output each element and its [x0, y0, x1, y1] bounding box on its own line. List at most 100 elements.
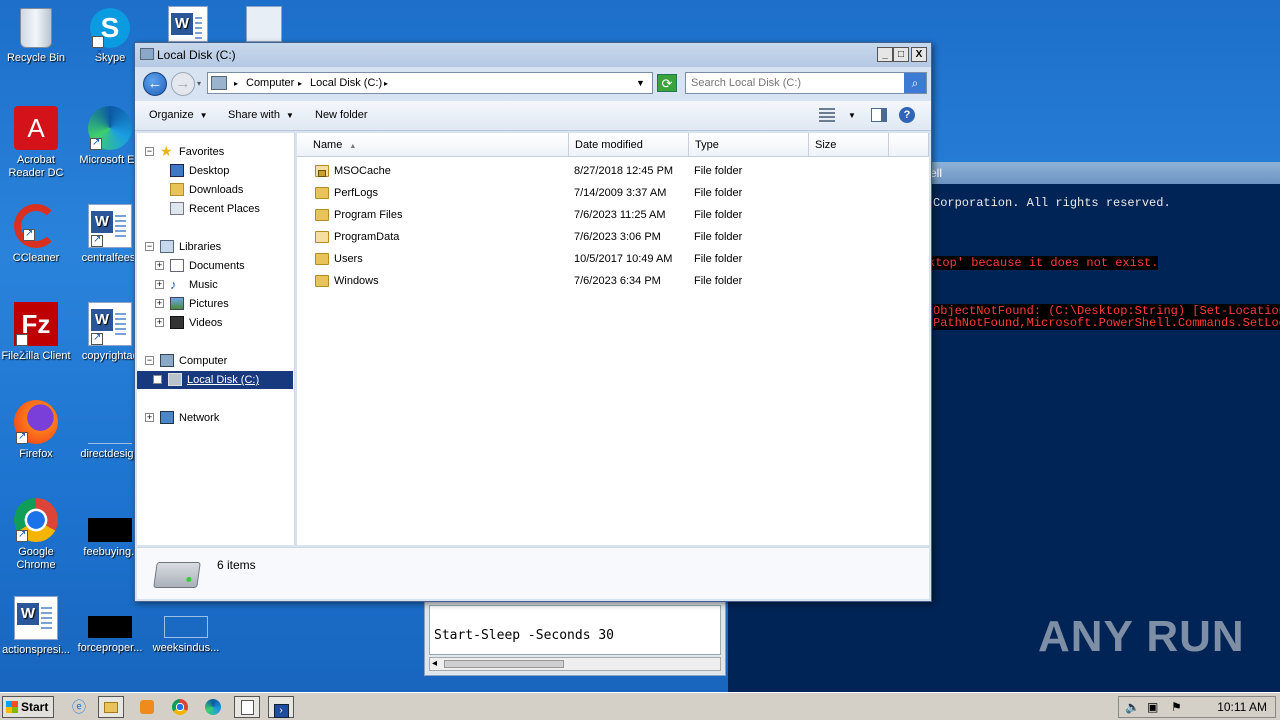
table-row[interactable]: ProgramData 7/6/2023 3:06 PM File folder [297, 227, 929, 249]
expand-icon[interactable]: + [155, 299, 164, 308]
preview-pane-icon[interactable] [871, 108, 887, 122]
expand-icon[interactable]: + [155, 318, 164, 327]
column-header-date[interactable]: Date modified [569, 133, 689, 157]
nav-local-disk[interactable]: + Local Disk (C:) [137, 371, 293, 389]
breadcrumb-separator-icon[interactable]: ▸ [384, 79, 388, 88]
file-type: File folder [694, 209, 743, 221]
powershell-taskbar-icon[interactable]: › [268, 696, 294, 718]
column-header-type[interactable]: Type [689, 133, 809, 157]
dropdown-arrow-icon: ▼ [285, 111, 294, 120]
desktop-icon-actionspresi[interactable]: actionspresi... [0, 596, 74, 657]
desktop-icon-acrobat[interactable]: A Acrobat Reader DC [0, 106, 74, 180]
search-input[interactable] [686, 73, 896, 93]
desktop-icon-label: copyrightac [81, 350, 139, 362]
blank-file-icon [164, 616, 208, 638]
close-button[interactable]: X [911, 47, 927, 62]
file-explorer-taskbar-icon[interactable] [98, 696, 124, 718]
nav-label: Music [189, 279, 218, 291]
desktop-icon-firefox[interactable]: Firefox [0, 400, 74, 461]
powershell-icon [246, 6, 282, 42]
collapse-icon[interactable]: − [145, 242, 154, 251]
recent-places-icon [170, 202, 184, 215]
speaker-icon[interactable]: 🔈 [1125, 700, 1140, 714]
table-row[interactable]: Windows 7/6/2023 6:34 PM File folder [297, 271, 929, 293]
minimize-button[interactable]: _ [877, 47, 893, 62]
help-icon[interactable]: ? [899, 107, 915, 123]
action-center-flag-icon[interactable]: ⚑ [1171, 700, 1182, 714]
file-type: File folder [694, 231, 743, 243]
forward-arrow-icon[interactable]: → [171, 72, 195, 96]
black-file-icon [88, 616, 132, 638]
view-dropdown-icon[interactable]: ▼ [848, 111, 856, 120]
notepad-taskbar-icon[interactable] [234, 696, 260, 718]
collapse-icon[interactable]: − [145, 356, 154, 365]
scrollbar-thumb[interactable] [444, 660, 564, 668]
navigation-pane[interactable]: − ★ Favorites Desktop Downloads Recent P… [137, 133, 295, 545]
collapse-icon[interactable]: − [145, 147, 154, 156]
file-date: 10/5/2017 10:49 AM [574, 253, 673, 265]
desktop-icon-filezilla[interactable]: Fz FileZilla Client [0, 302, 74, 376]
horizontal-scrollbar[interactable]: ◂ [429, 657, 721, 671]
network-tray-icon[interactable]: ▣ [1147, 700, 1158, 714]
acrobat-icon: A [14, 106, 58, 150]
desktop-icon-recycle-bin[interactable]: Recycle Bin [0, 8, 74, 65]
share-with-button[interactable]: Share with ▼ [228, 109, 294, 121]
column-header-name[interactable]: Name ▲ [297, 133, 569, 157]
expand-icon[interactable]: + [155, 280, 164, 289]
breadcrumb-local-disk[interactable]: Local Disk (C:) [310, 77, 382, 89]
expand-icon[interactable]: + [155, 261, 164, 270]
breadcrumb-computer[interactable]: Computer [246, 77, 294, 89]
word-document-icon [14, 596, 58, 640]
expand-icon[interactable]: + [145, 413, 154, 422]
column-header-size[interactable]: Size [809, 133, 889, 157]
powershell-icon: › [273, 704, 289, 718]
refresh-icon[interactable]: ⟳ [657, 74, 677, 92]
start-button[interactable]: Start [2, 696, 54, 718]
table-row[interactable]: Program Files 7/6/2023 11:25 AM File fol… [297, 205, 929, 227]
desktop-icon-word-top[interactable] [150, 6, 226, 46]
edge-taskbar-icon[interactable] [200, 696, 226, 718]
back-arrow-icon[interactable]: ← [143, 72, 167, 96]
file-name: ProgramData [334, 231, 400, 243]
desktop-icon-ccleaner[interactable]: CCleaner [0, 204, 74, 265]
search-box[interactable]: ⌕ [685, 72, 927, 94]
nav-label: Downloads [189, 184, 244, 196]
organize-button[interactable]: Organize ▼ [149, 109, 208, 121]
expand-icon[interactable]: + [153, 375, 162, 384]
new-folder-button[interactable]: New folder [315, 109, 368, 121]
desktop-icon-label: Microsoft Ed [79, 154, 141, 166]
breadcrumb-separator-icon[interactable]: ▸ [234, 79, 238, 88]
script-editor-body[interactable]: Start-Sleep -Seconds 30 [429, 605, 721, 655]
script-text: Start-Sleep -Seconds 30 [434, 628, 615, 643]
table-row[interactable]: MSOCache 8/27/2018 12:45 PM File folder [297, 161, 929, 183]
table-row[interactable]: Users 10/5/2017 10:49 AM File folder [297, 249, 929, 271]
media-player-icon[interactable] [134, 696, 160, 718]
explorer-titlebar[interactable]: Local Disk (C:) _ □ X [135, 43, 931, 67]
desktop-icon [170, 164, 184, 177]
desktop-icon-weeksindus[interactable]: weeksindus... [148, 596, 224, 655]
scroll-left-arrow-icon[interactable]: ◂ [432, 658, 437, 669]
network-icon [160, 411, 174, 424]
view-options-icon[interactable] [819, 108, 835, 122]
desktop-icon-label: Google Chrome [16, 546, 56, 571]
address-dropdown-icon[interactable]: ▼ [636, 78, 645, 88]
internet-explorer-icon[interactable]: ⓔ [66, 696, 92, 718]
table-row[interactable]: PerfLogs 7/14/2009 3:37 AM File folder [297, 183, 929, 205]
breadcrumb-separator-icon[interactable]: ▸ [298, 79, 302, 88]
desktop-icon-label: Acrobat Reader DC [8, 154, 64, 179]
file-name: Windows [334, 275, 379, 287]
desktop-icon-forceproper[interactable]: forceproper... [72, 596, 148, 655]
desktop-icon-chrome[interactable]: Google Chrome [0, 498, 74, 572]
search-icon[interactable]: ⌕ [904, 73, 926, 93]
file-list[interactable]: Name ▲ Date modified Type Size MSOCache … [297, 133, 929, 545]
explorer-window[interactable]: Local Disk (C:) _ □ X ← → ▾ ▸ Computer ▸… [134, 42, 932, 602]
history-dropdown-icon[interactable]: ▾ [197, 79, 201, 88]
address-bar[interactable]: ▸ Computer ▸ Local Disk (C:) ▸ ▼ [207, 72, 653, 94]
maximize-button[interactable]: □ [893, 47, 909, 62]
clock[interactable]: 10:11 AM [1217, 700, 1267, 714]
desktop-icon-powershell-top[interactable] [226, 6, 302, 46]
libraries-icon [160, 240, 174, 253]
script-editor-window[interactable]: Start-Sleep -Seconds 30 ◂ [424, 598, 726, 676]
folder-icon [315, 253, 329, 265]
chrome-taskbar-icon[interactable] [167, 696, 193, 718]
